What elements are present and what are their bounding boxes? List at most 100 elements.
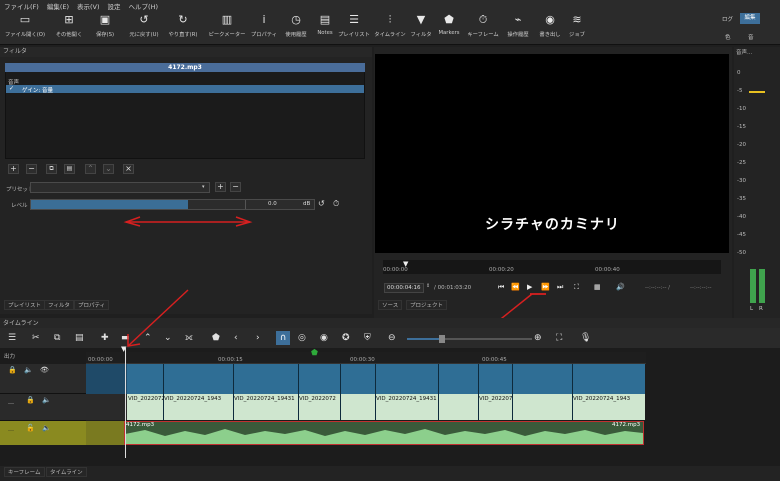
layout-logging[interactable]: ログ [722, 15, 733, 23]
meter-scale-label: -40 [737, 214, 746, 220]
menu-icon[interactable]: ☰ [8, 333, 16, 343]
playhead-marker-icon[interactable]: ▼ [403, 260, 408, 268]
stopwatch-icon: ⏱ [478, 12, 488, 26]
bottom-tab-bar [0, 466, 780, 481]
ripple-all-icon[interactable]: ✪ [342, 333, 350, 343]
track-header-v1[interactable]: 🔒 🔈 👁 [0, 364, 86, 394]
save-preset-button[interactable]: + [215, 182, 226, 192]
player-ruler[interactable] [383, 260, 721, 274]
mute-icon[interactable]: 🔈 [42, 396, 51, 404]
filter-item-gain[interactable] [6, 85, 364, 93]
delete-preset-button[interactable]: − [230, 182, 241, 192]
meter-scale-label: -10 [737, 106, 746, 112]
clip-label: VID_20220724_19431 [234, 396, 295, 402]
menu-settings[interactable]: 設定 [108, 1, 121, 11]
append-icon[interactable]: ✚ [101, 333, 109, 343]
next-marker-icon[interactable]: › [256, 333, 260, 343]
tab-source[interactable]: ソース [378, 300, 403, 310]
menu-view[interactable]: 表示(V) [77, 1, 100, 11]
cut-icon[interactable]: ✂ [32, 333, 40, 343]
checkbox-icon[interactable]: ✓ [9, 85, 14, 92]
copy-icon[interactable]: ⧉ [54, 333, 60, 343]
main-toolbar: ▭ ファイル開く(O) ⊞ その他開く ▣ 保存(S) ↺ 元に戻す(U) ↻ やり直す(… [0, 11, 780, 45]
zoom-fit-icon[interactable]: ⛶ [574, 283, 579, 292]
spinner-icon[interactable]: ⇕ [426, 283, 430, 289]
meter-scale-label: -20 [737, 142, 746, 148]
marker-icon[interactable]: ⬟ [311, 348, 318, 357]
eye-icon[interactable]: 👁 [40, 366, 49, 374]
move-up-button[interactable]: ⌃ [85, 164, 96, 174]
lock-icon[interactable]: 🔒 [8, 366, 17, 374]
redo-icon: ↻ [178, 13, 188, 26]
tab-filter[interactable]: フィルタ [44, 300, 74, 310]
marker-add-icon[interactable]: ⬟ [212, 333, 220, 343]
snap-icon[interactable]: ∩ [276, 331, 290, 345]
keyframe-stopwatch-icon[interactable]: ⏱ [333, 199, 339, 209]
copy-filter-button[interactable]: ⧉ [46, 164, 57, 174]
jobs-button[interactable]: ≋ ジョブ [554, 13, 600, 38]
meter-scale-label: -35 [737, 196, 746, 202]
mute-icon[interactable]: 🔈 [42, 424, 51, 432]
marker-icon: ⬟ [444, 13, 454, 26]
audio-clip-label: 4172.mp3 [126, 422, 155, 428]
level-unit: dB [303, 201, 311, 207]
paste-icon[interactable]: ▤ [75, 333, 84, 343]
grid-icon[interactable]: ▦ [594, 283, 601, 291]
zoom-in-icon[interactable]: ⊕ [534, 333, 542, 343]
lock-icon[interactable]: 🔒 [26, 396, 35, 404]
layout-editing[interactable]: 編集 [740, 13, 760, 24]
open-file-button[interactable]: ▭ ファイル開く(O) [2, 13, 48, 38]
video-clip-v1[interactable] [127, 364, 645, 394]
ripple-markers-icon[interactable]: ⛨ [364, 333, 371, 343]
more-icon[interactable]: … [8, 399, 14, 406]
tab-project[interactable]: プロジェクト [406, 300, 448, 310]
clip-label: VID_2022072 [299, 396, 336, 402]
audio-track-gap [86, 421, 124, 445]
lock-icon[interactable]: 🔓 [26, 424, 35, 432]
deselect-filter-button[interactable]: × [123, 164, 134, 174]
tab-playlist[interactable]: プレイリスト [4, 300, 46, 310]
ripple-icon[interactable]: ◉ [320, 333, 328, 343]
remove-filter-button[interactable]: − [26, 164, 37, 174]
volume-icon[interactable]: 🔊 [616, 283, 625, 291]
layout-color[interactable]: 色 [725, 33, 731, 41]
menu-edit[interactable]: 編集(E) [47, 1, 69, 11]
zoom-out-icon[interactable]: ⊖ [388, 333, 396, 343]
add-filter-button[interactable]: + [8, 164, 19, 174]
tab-keyframes[interactable]: キーフレーム [4, 467, 45, 477]
record-audio-icon[interactable]: 🎙 [580, 333, 591, 343]
job-history-icon: ⌁ [514, 13, 522, 26]
current-timecode[interactable]: 00:00:04:16 [384, 283, 424, 293]
preset-select[interactable] [30, 182, 210, 193]
red-arrow-annotation [127, 289, 189, 347]
info-icon: ⅰ [262, 13, 266, 26]
mute-icon[interactable]: 🔈 [24, 366, 33, 374]
menu-help[interactable]: ヘルプ(H) [129, 1, 158, 11]
previous-marker-icon[interactable]: ‹ [234, 333, 238, 343]
reset-icon[interactable]: ↺ [318, 199, 325, 208]
timeline-playhead[interactable] [125, 348, 126, 458]
video-subtitle: シラチャのカミナリ [485, 217, 620, 233]
meter-bar-left [750, 269, 756, 303]
tab-timeline[interactable]: タイムライン [46, 467, 87, 477]
ruler-label: 00:00:20 [489, 267, 514, 273]
more-icon[interactable]: … [8, 426, 14, 433]
audio-clip[interactable] [124, 421, 644, 445]
peak-meter-icon: ▥ [221, 13, 233, 26]
skip-next-icon[interactable]: ⏭ [557, 283, 563, 292]
clip-label: VID_20220724_1943 [479, 396, 512, 402]
meter-scale-label: -30 [737, 178, 746, 184]
tab-properties[interactable]: プロパティ [74, 300, 110, 310]
move-down-button[interactable]: ⌄ [103, 164, 114, 174]
chevron-down-icon: ▾ [202, 184, 205, 190]
zoom-fit-timeline-icon[interactable]: ⛶ [556, 333, 562, 343]
zoom-slider-handle[interactable] [439, 335, 445, 343]
track-header-a1[interactable]: … 🔓 🔈 [0, 421, 86, 445]
scrub-icon[interactable]: ◎ [298, 333, 306, 343]
layout-audio[interactable]: 音 [748, 33, 754, 41]
track-header-v2[interactable]: … 🔒 🔈 [0, 394, 86, 421]
level-value[interactable]: 0.0 [268, 201, 277, 207]
paste-filter-button[interactable]: ▤ [64, 164, 75, 174]
redo-button[interactable]: ↻ やり直す(R) [160, 13, 206, 38]
menu-file[interactable]: ファイル(F) [4, 1, 39, 11]
